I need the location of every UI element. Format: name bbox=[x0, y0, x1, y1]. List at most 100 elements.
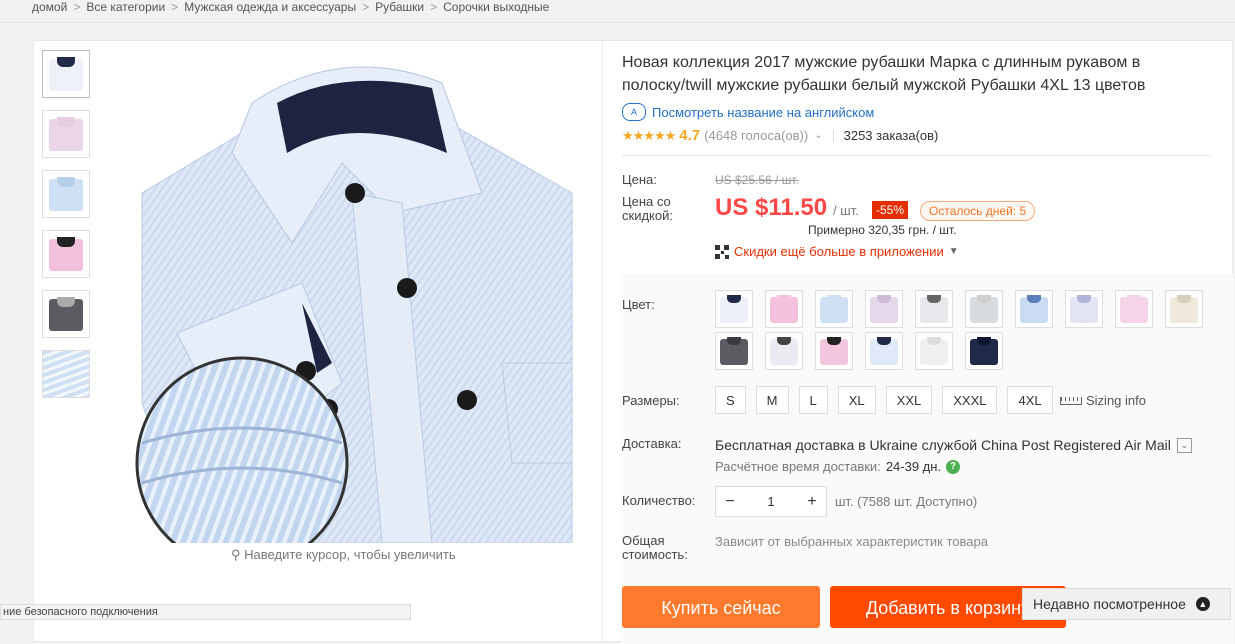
quantity-stepper: − 1 + bbox=[715, 486, 827, 517]
breadcrumb-separator: > bbox=[73, 0, 81, 14]
swatch-shirt-collar bbox=[877, 295, 891, 303]
breadcrumb: домой > Все категории > Мужская одежда и акс… bbox=[32, 0, 549, 18]
rating-row: ★★★★★ 4.7 (4648 голоса(ов)) ⌄ 3253 заказ… bbox=[622, 127, 938, 144]
quantity-input[interactable]: 1 bbox=[744, 494, 798, 509]
color-swatch[interactable] bbox=[965, 290, 1003, 328]
swatch-shirt-collar bbox=[1177, 295, 1191, 303]
color-swatch[interactable] bbox=[915, 332, 953, 370]
breadcrumb-shirts[interactable]: Рубашки bbox=[375, 0, 424, 14]
column-divider bbox=[602, 41, 603, 641]
shipping-text: Бесплатная доставка в Ukraine службой Ch… bbox=[715, 437, 1171, 453]
help-icon[interactable]: ? bbox=[946, 459, 961, 474]
swatch-shirt-collar bbox=[727, 295, 741, 303]
size-option-xxxl[interactable]: XXXL bbox=[942, 386, 998, 414]
app-discount-text[interactable]: Скидки ещё больше в приложении bbox=[734, 244, 944, 259]
recently-viewed-toggle[interactable]: Недавно посмотренное ▲ bbox=[1022, 588, 1231, 620]
chevron-down-icon[interactable]: ⌄ bbox=[814, 130, 822, 141]
thumbnail-pink-shirt[interactable] bbox=[42, 110, 90, 158]
breadcrumb-mens-clothing[interactable]: Мужская одежда и аксессуары bbox=[184, 0, 356, 14]
color-swatch[interactable] bbox=[1065, 290, 1103, 328]
zoom-hint-text: Наведите курсор, чтобы увеличить bbox=[244, 547, 456, 562]
swatch-shirt-collar bbox=[977, 295, 991, 303]
color-swatch[interactable] bbox=[815, 332, 853, 370]
translate-icon: A bbox=[622, 103, 646, 121]
chevron-down-icon[interactable]: ⌄ bbox=[1176, 437, 1192, 453]
thumbnail-white-shirt[interactable] bbox=[42, 50, 90, 98]
breadcrumb-all-categories[interactable]: Все категории bbox=[86, 0, 165, 14]
breadcrumb-separator: > bbox=[362, 0, 370, 14]
size-option-l[interactable]: L bbox=[798, 386, 828, 414]
color-swatch[interactable] bbox=[1015, 290, 1053, 328]
old-price: US $25.56 / шт. bbox=[715, 173, 799, 187]
color-swatch[interactable] bbox=[765, 290, 803, 328]
size-option-s[interactable]: S bbox=[715, 386, 746, 414]
rating-separator bbox=[832, 129, 834, 142]
discount-badge: -55% bbox=[872, 201, 909, 219]
swatch-shirt-collar bbox=[1027, 295, 1041, 303]
price-label: Цена: bbox=[622, 172, 657, 187]
sizing-info-text[interactable]: Sizing info bbox=[1086, 393, 1146, 408]
product-card: ⚲ Наведите курсор, чтобы увеличить Новая… bbox=[33, 40, 1233, 644]
color-swatch[interactable] bbox=[965, 332, 1003, 370]
quantity-increase-button[interactable]: + bbox=[798, 493, 826, 511]
color-swatch[interactable] bbox=[915, 290, 953, 328]
color-swatch[interactable] bbox=[765, 332, 803, 370]
color-swatch[interactable] bbox=[715, 290, 753, 328]
total-value: Зависит от выбранных характеристик товар… bbox=[715, 534, 988, 549]
color-swatch[interactable] bbox=[865, 290, 903, 328]
color-swatch[interactable] bbox=[715, 332, 753, 370]
size-option-xxl[interactable]: XXL bbox=[885, 386, 933, 414]
header-divider bbox=[0, 22, 1235, 23]
translate-link[interactable]: A Посмотреть название на английском bbox=[622, 103, 874, 121]
swatch-shirt-collar bbox=[927, 337, 941, 345]
breadcrumb-separator: > bbox=[171, 0, 179, 14]
size-label: Размеры: bbox=[622, 393, 680, 408]
size-option-m[interactable]: M bbox=[755, 386, 789, 414]
recently-viewed-label: Недавно посмотренное bbox=[1033, 596, 1186, 612]
thumbnail-gray-shirt[interactable] bbox=[42, 290, 90, 338]
size-option-xl[interactable]: XL bbox=[837, 386, 876, 414]
app-discount-link[interactable]: Скидки ещё больше в приложении ▼ bbox=[715, 244, 959, 259]
ruler-icon bbox=[1060, 396, 1082, 405]
thumbnail-pink-black-shirt[interactable] bbox=[42, 230, 90, 278]
price-unit: / шт. bbox=[833, 203, 859, 218]
color-swatch[interactable] bbox=[815, 290, 853, 328]
color-swatch[interactable] bbox=[1115, 290, 1153, 328]
color-swatch[interactable] bbox=[1165, 290, 1203, 328]
size-option-4xl[interactable]: 4XL bbox=[1007, 386, 1053, 414]
shirt-illustration bbox=[135, 66, 573, 543]
thumbnail-blue-shirt[interactable] bbox=[42, 170, 90, 218]
chevron-up-icon: ▲ bbox=[1195, 597, 1210, 611]
swatch-shirt-collar bbox=[827, 295, 841, 303]
breadcrumb-current[interactable]: Сорочки выходные bbox=[443, 0, 549, 14]
votes-count[interactable]: (4648 голоса(ов)) bbox=[704, 128, 808, 143]
color-label: Цвет: bbox=[622, 297, 655, 312]
swatch-shirt-collar bbox=[1077, 295, 1091, 303]
magnifier-icon: ⚲ bbox=[231, 547, 241, 562]
rating-value: 4.7 bbox=[679, 127, 701, 144]
sizing-info-link[interactable]: Sizing info bbox=[1060, 393, 1146, 408]
swatch-shirt-collar bbox=[827, 337, 841, 345]
swatch-shirt-collar bbox=[927, 295, 941, 303]
product-title: Новая коллекция 2017 мужские рубашки Мар… bbox=[622, 54, 1146, 94]
orders-count: 3253 заказа(ов) bbox=[843, 128, 939, 143]
thumbnail-list bbox=[42, 50, 90, 410]
star-rating-icon: ★★★★★ bbox=[622, 127, 676, 143]
color-swatch[interactable] bbox=[865, 332, 903, 370]
delivery-estimate: Расчётное время доставки: 24-39 дн.? bbox=[715, 459, 961, 474]
translate-link-text[interactable]: Посмотреть название на английском bbox=[652, 105, 874, 120]
discount-price-label: Цена со скидкой: bbox=[622, 194, 673, 223]
approx-price: Примерно 320,35 грн. / шт. bbox=[808, 223, 957, 237]
swatch-shirt-collar bbox=[777, 337, 791, 345]
buy-now-button[interactable]: Купить сейчас bbox=[622, 586, 820, 628]
breadcrumb-separator: > bbox=[430, 0, 438, 14]
thumbnail-fabric-closeup[interactable] bbox=[42, 350, 90, 398]
shipping-method[interactable]: Бесплатная доставка в Ukraine службой Ch… bbox=[715, 437, 1192, 453]
browser-status-bar: ние безопасного подключения bbox=[0, 604, 411, 620]
breadcrumb-home[interactable]: домой bbox=[32, 0, 67, 14]
swatch-shirt-collar bbox=[877, 337, 891, 345]
product-main-image[interactable] bbox=[102, 43, 602, 543]
caret-down-icon: ▼ bbox=[948, 246, 959, 257]
quantity-decrease-button[interactable]: − bbox=[716, 493, 744, 511]
total-label: Общая стоимость: bbox=[622, 533, 688, 562]
